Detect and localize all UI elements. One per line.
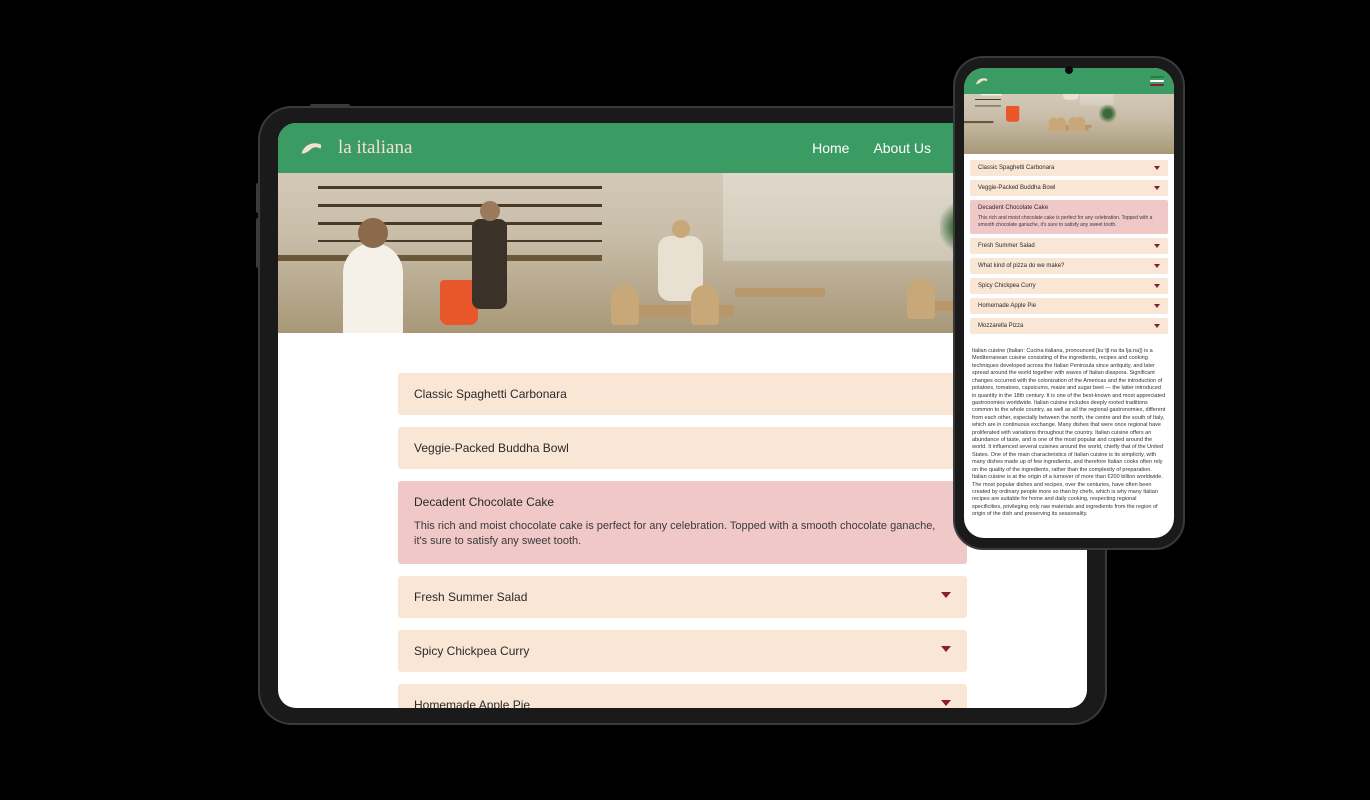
hero-image (964, 94, 1174, 154)
menu-item[interactable]: Spicy Chickpea Curry (398, 630, 967, 672)
menu-item-title: Homemade Apple Pie (978, 303, 1160, 309)
menu-item[interactable]: Decadent Chocolate Cake This rich and moi… (398, 481, 967, 564)
menu-item-title: Fresh Summer Salad (978, 243, 1160, 249)
nav-home[interactable]: Home (812, 140, 849, 156)
menu-item[interactable]: Decadent Chocolate Cake This rich and moi… (970, 200, 1168, 234)
about-paragraph: Italian cuisine (Italian: Cucina italian… (964, 344, 1174, 529)
chevron-down-icon (1154, 284, 1160, 288)
brand-logo-icon (974, 75, 990, 87)
menu-item[interactable]: Classic Spaghetti Carbonara (970, 160, 1168, 176)
menu-item[interactable]: Homemade Apple Pie (398, 684, 967, 708)
menu-item[interactable]: Fresh Summer Salad (398, 576, 967, 618)
phone-device-frame: Classic Spaghetti Carbonara Veggie-Packed… (955, 58, 1183, 548)
menu-item-title: Homemade Apple Pie (414, 698, 951, 708)
menu-item-title: Fresh Summer Salad (414, 590, 951, 604)
menu-item[interactable]: Classic Spaghetti Carbonara (398, 373, 967, 415)
brand-group[interactable]: la italiana (298, 137, 412, 159)
chevron-down-icon (941, 646, 951, 652)
menu-item-description: This rich and moist chocolate cake is pe… (414, 519, 951, 550)
chevron-down-icon (1154, 244, 1160, 248)
menu-item-title: What kind of pizza do we make? (978, 263, 1160, 269)
menu-item[interactable]: Mozzarella Pizza (970, 318, 1168, 334)
chevron-down-icon (1154, 304, 1160, 308)
tablet-button (256, 183, 260, 213)
menu-item-title: Veggie-Packed Buddha Bowl (978, 185, 1160, 191)
menu-item[interactable]: Homemade Apple Pie (970, 298, 1168, 314)
chevron-down-icon (1154, 324, 1160, 328)
menu-item-title: Classic Spaghetti Carbonara (414, 387, 951, 401)
menu-item[interactable]: Veggie-Packed Buddha Bowl (398, 427, 967, 469)
menu-item-title: Decadent Chocolate Cake (978, 205, 1160, 211)
menu-item[interactable]: Spicy Chickpea Curry (970, 278, 1168, 294)
brand-name: la italiana (338, 137, 412, 159)
menu-item-title: Veggie-Packed Buddha Bowl (414, 441, 951, 455)
hamburger-menu-icon[interactable] (1150, 76, 1164, 86)
menu-item-title: Spicy Chickpea Curry (414, 644, 951, 658)
chevron-down-icon (1154, 166, 1160, 170)
menu-item-description: This rich and moist chocolate cake is pe… (978, 215, 1160, 229)
phone-screen: Classic Spaghetti Carbonara Veggie-Packed… (964, 68, 1174, 538)
chevron-down-icon (941, 700, 951, 706)
menu-item-title: Classic Spaghetti Carbonara (978, 165, 1160, 171)
menu-item[interactable]: Fresh Summer Salad (970, 238, 1168, 254)
brand-logo-icon (298, 138, 326, 158)
menu-item[interactable]: What kind of pizza do we make? (970, 258, 1168, 274)
brand-group[interactable] (974, 75, 990, 87)
chevron-down-icon (941, 592, 951, 598)
menu-item-title: Decadent Chocolate Cake (414, 495, 951, 509)
menu-item[interactable]: Veggie-Packed Buddha Bowl (970, 180, 1168, 196)
chevron-down-icon (1154, 186, 1160, 190)
menu-list: Classic Spaghetti Carbonara Veggie-Packed… (964, 154, 1174, 344)
nav-about[interactable]: About Us (873, 140, 931, 156)
tablet-button (256, 218, 260, 268)
menu-item-title: Mozzarella Pizza (978, 323, 1160, 329)
phone-camera (1065, 66, 1073, 74)
tablet-button (310, 104, 350, 108)
chevron-down-icon (1154, 264, 1160, 268)
menu-item-title: Spicy Chickpea Curry (978, 283, 1160, 289)
